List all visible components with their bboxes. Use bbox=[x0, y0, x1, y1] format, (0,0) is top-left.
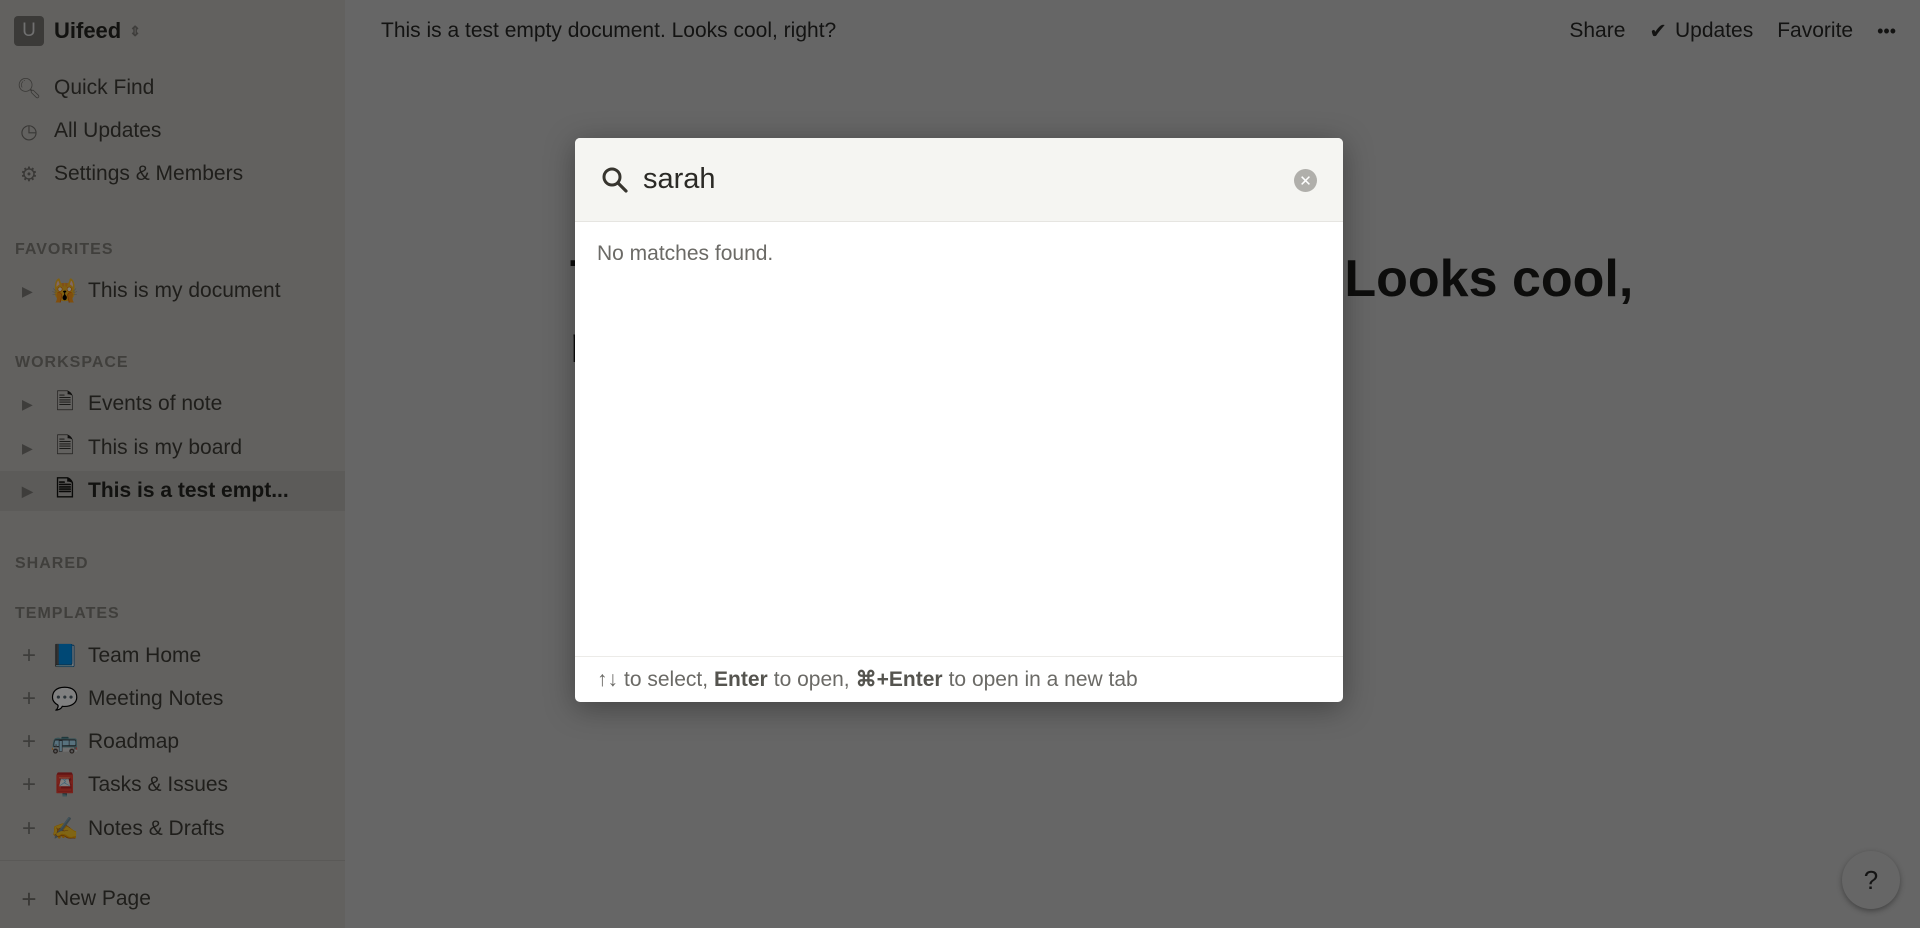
updates-button[interactable]: Updates bbox=[1675, 19, 1753, 43]
template-emoji-icon: 🚌 bbox=[51, 729, 79, 754]
page-label: This is my board bbox=[88, 436, 243, 459]
document-icon: 🗎 bbox=[56, 433, 74, 458]
plus-icon[interactable]: + bbox=[22, 728, 42, 756]
hint-text: to open in a new tab bbox=[948, 667, 1138, 691]
template-item[interactable]: + 💬 Meeting Notes bbox=[0, 678, 345, 720]
share-button[interactable]: Share bbox=[1569, 19, 1625, 43]
template-label: Tasks & Issues bbox=[88, 773, 229, 796]
quick-find-modal: ✕ No matches found. ↑↓ to select, Enter … bbox=[575, 138, 1343, 702]
check-icon: ✔ bbox=[1649, 19, 1668, 43]
workspace-badge: U bbox=[14, 16, 44, 46]
no-matches-message: No matches found. bbox=[597, 242, 774, 265]
gear-icon: ⚙ bbox=[20, 163, 38, 186]
help-button[interactable]: ? bbox=[1842, 851, 1900, 909]
search-input[interactable] bbox=[643, 163, 1263, 196]
template-item[interactable]: + 🚌 Roadmap bbox=[0, 721, 345, 763]
sidebar-item-quick-find[interactable]: 🔍︎ Quick Find bbox=[0, 67, 345, 109]
more-options-icon[interactable]: ••• bbox=[1877, 21, 1896, 42]
section-templates: TEMPLATES bbox=[15, 605, 120, 622]
sidebar-item-all-updates[interactable]: ◷ All Updates bbox=[0, 110, 345, 152]
page-label: This is a test empt... bbox=[88, 479, 289, 502]
favorite-item[interactable]: ▶ 🙀 This is my document bbox=[0, 270, 345, 312]
sidebar-item-settings[interactable]: ⚙ Settings & Members bbox=[0, 153, 345, 195]
plus-icon[interactable]: + bbox=[22, 771, 42, 799]
search-icon: 🔍︎ bbox=[16, 77, 42, 100]
document-icon: 🗎 bbox=[56, 389, 74, 414]
template-item[interactable]: + ✍️ Notes & Drafts bbox=[0, 808, 345, 850]
section-workspace: WORKSPACE bbox=[15, 354, 129, 371]
hint-text: to open, bbox=[773, 667, 850, 691]
search-header: ✕ bbox=[575, 138, 1343, 222]
page-emoji-icon: 🙀 bbox=[51, 278, 79, 303]
expand-triangle-icon[interactable]: ▶ bbox=[22, 483, 42, 500]
arrow-keys-icon: ↑↓ bbox=[597, 667, 618, 691]
clear-search-icon[interactable]: ✕ bbox=[1294, 169, 1317, 192]
sidebar: U Uifeed ⇕ 🔍︎ Quick Find ◷ All Updates ⚙ Se… bbox=[0, 0, 345, 928]
sidebar-item-label: All Updates bbox=[54, 119, 162, 142]
template-label: Team Home bbox=[88, 644, 202, 667]
chevron-updown-icon: ⇕ bbox=[129, 22, 141, 39]
topbar: This is a test empty document. Looks coo… bbox=[345, 0, 1920, 62]
plus-icon: + bbox=[21, 883, 37, 914]
new-page-button[interactable]: + New Page bbox=[0, 878, 345, 920]
sidebar-item-label: Quick Find bbox=[54, 76, 155, 99]
expand-triangle-icon[interactable]: ▶ bbox=[22, 440, 42, 457]
search-icon bbox=[602, 167, 628, 193]
hint-key: ⌘+Enter bbox=[855, 668, 943, 691]
section-shared: SHARED bbox=[15, 555, 89, 572]
hint-text: to select, bbox=[624, 667, 709, 691]
template-label: Notes & Drafts bbox=[88, 817, 225, 840]
template-emoji-icon: 📮 bbox=[51, 772, 79, 797]
page-label: Events of note bbox=[88, 392, 223, 415]
hint-key: Enter bbox=[714, 667, 768, 691]
breadcrumb-title[interactable]: This is a test empty document. Looks coo… bbox=[381, 19, 1569, 43]
plus-icon[interactable]: + bbox=[22, 685, 42, 713]
template-emoji-icon: 💬 bbox=[51, 686, 79, 711]
sidebar-item-label: Settings & Members bbox=[54, 162, 244, 185]
keyboard-hint: ↑↓ to select, Enter to open, ⌘+Enter to … bbox=[575, 656, 1343, 702]
divider bbox=[0, 860, 345, 861]
workspace-page-item-selected[interactable]: ▶ 🗎 This is a test empt... bbox=[0, 471, 345, 511]
plus-icon[interactable]: + bbox=[22, 642, 42, 670]
workspace-page-item[interactable]: ▶ 🗎 Events of note bbox=[0, 383, 345, 425]
workspace-name: Uifeed bbox=[54, 18, 122, 43]
clock-icon: ◷ bbox=[20, 120, 38, 143]
plus-icon[interactable]: + bbox=[22, 815, 42, 843]
document-icon: 🗎 bbox=[56, 476, 74, 501]
section-favorites: FAVORITES bbox=[15, 241, 114, 258]
template-item[interactable]: + 📘 Team Home bbox=[0, 635, 345, 677]
expand-triangle-icon[interactable]: ▶ bbox=[22, 396, 42, 413]
favorite-button[interactable]: Favorite bbox=[1777, 19, 1853, 43]
template-emoji-icon: ✍️ bbox=[51, 816, 79, 841]
template-label: Meeting Notes bbox=[88, 687, 224, 710]
workspace-page-item[interactable]: ▶ 🗎 This is my board bbox=[0, 427, 345, 469]
template-item[interactable]: + 📮 Tasks & Issues bbox=[0, 764, 345, 806]
page-label: This is my document bbox=[88, 279, 281, 302]
template-label: Roadmap bbox=[88, 730, 180, 753]
new-page-label: New Page bbox=[54, 887, 151, 910]
workspace-switcher[interactable]: U Uifeed ⇕ bbox=[14, 14, 141, 48]
expand-triangle-icon[interactable]: ▶ bbox=[22, 283, 42, 300]
template-emoji-icon: 📘 bbox=[51, 643, 79, 668]
